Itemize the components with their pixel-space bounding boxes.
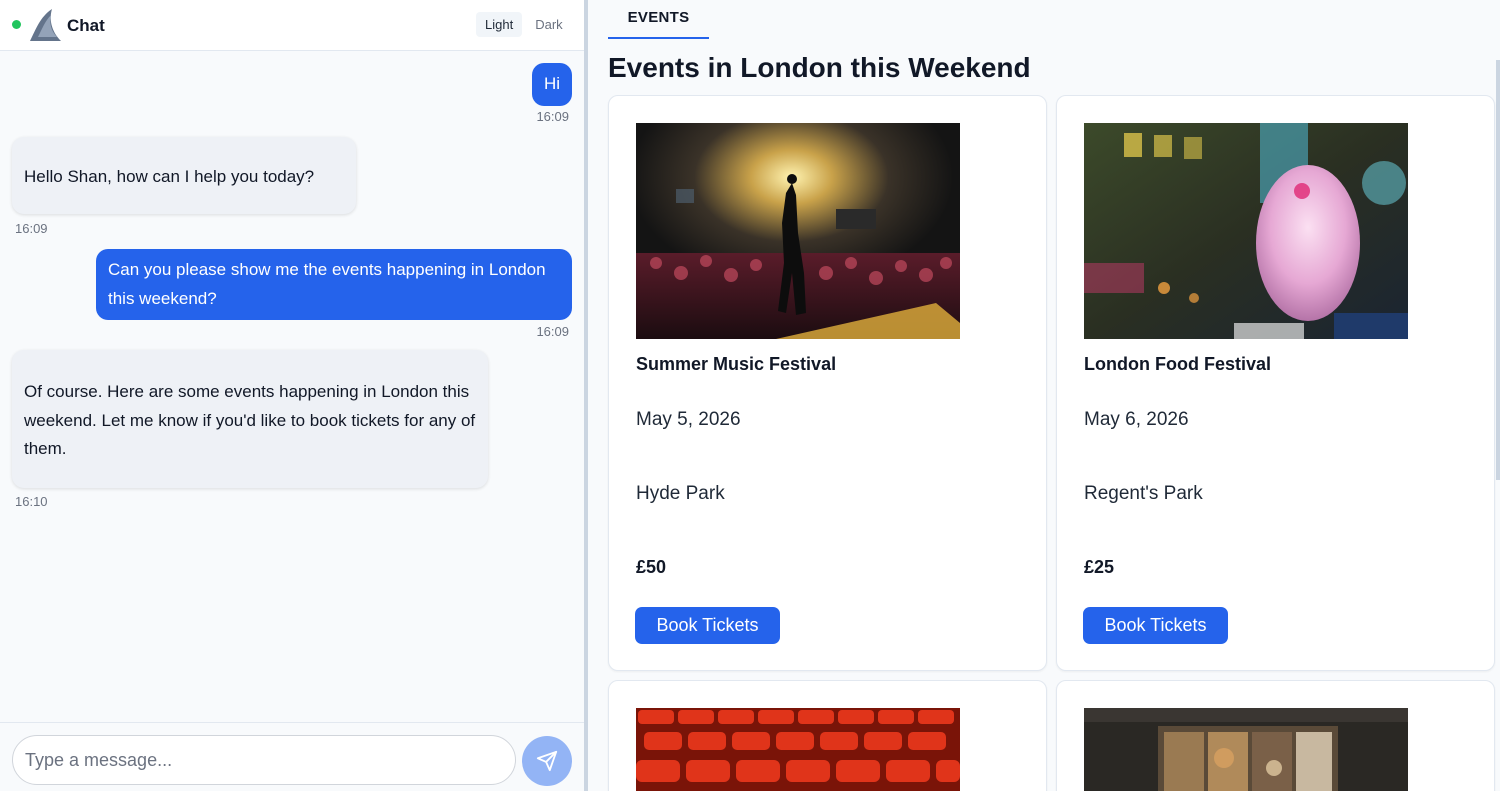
paper-plane-icon <box>536 750 558 772</box>
event-card <box>608 680 1047 791</box>
message-time: 16:09 <box>536 324 569 339</box>
online-status-dot <box>12 20 21 29</box>
page-title: Events in London this Weekend <box>608 52 1031 83</box>
event-price: £25 <box>1084 557 1115 577</box>
event-date: May 6, 2026 <box>1084 409 1189 430</box>
theme-dark-button[interactable]: Dark <box>526 12 571 37</box>
message-input[interactable] <box>12 735 516 785</box>
event-name: Summer Music Festival <box>636 354 837 374</box>
message-composer <box>0 722 584 791</box>
send-button[interactable] <box>522 736 572 786</box>
scrollbar[interactable] <box>1496 60 1500 480</box>
shark-fin-logo-icon <box>30 9 61 41</box>
chat-header: Chat Light Dark <box>0 0 584 51</box>
bot-message: Hello Shan, how can I help you today? <box>12 137 356 214</box>
event-card: Summer Music Festival May 5, 2026 Hyde P… <box>608 95 1047 671</box>
message-time: 16:09 <box>536 109 569 124</box>
concert-crowd-photo <box>636 123 960 339</box>
theme-toggle: Light Dark <box>476 12 572 37</box>
events-panel: EVENTS Events in London this Weekend Sum… <box>588 0 1500 791</box>
book-tickets-button[interactable]: Book Tickets <box>1083 607 1228 644</box>
event-name: London Food Festival <box>1084 354 1271 374</box>
message-time: 16:10 <box>15 494 48 509</box>
event-date: May 5, 2026 <box>636 409 741 430</box>
event-venue: Hyde Park <box>636 483 725 504</box>
tab-events[interactable]: EVENTS <box>608 0 709 39</box>
book-tickets-button[interactable]: Book Tickets <box>635 607 780 644</box>
theme-light-button[interactable]: Light <box>476 12 523 37</box>
bot-message-text: Hello Shan, how can I help you today? <box>24 167 315 186</box>
user-message: Hi <box>531 63 572 106</box>
event-card <box>1056 680 1495 791</box>
art-gallery-photo <box>1084 708 1408 791</box>
chat-panel: Chat Light Dark Hi 16:09 Hello Shan, how… <box>0 0 584 791</box>
cotton-candy-photo <box>1084 123 1408 339</box>
event-card: London Food Festival May 6, 2026 Regent'… <box>1056 95 1495 671</box>
theatre-seats-photo <box>636 708 960 791</box>
event-price: £50 <box>636 557 667 577</box>
event-venue: Regent's Park <box>1084 483 1203 504</box>
chat-title: Chat <box>67 16 105 35</box>
bot-message: Of course. Here are some events happenin… <box>12 350 488 488</box>
message-time: 16:09 <box>15 221 48 236</box>
user-message: Can you please show me the events happen… <box>96 249 572 320</box>
